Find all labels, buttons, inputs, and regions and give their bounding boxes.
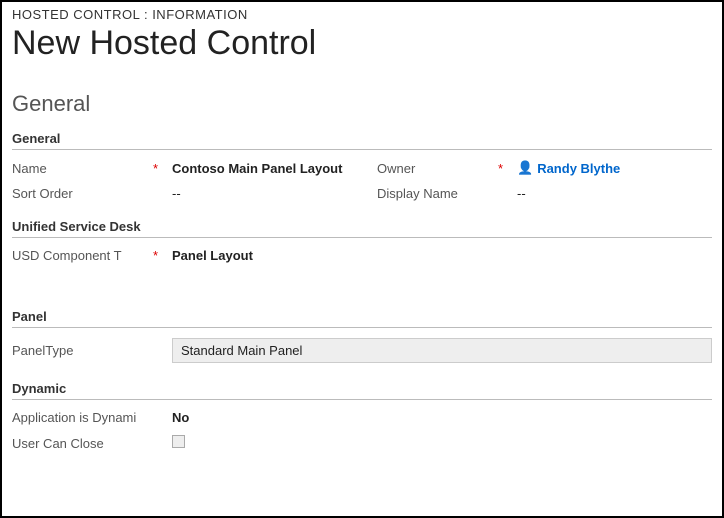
label-usd-component: USD Component T * <box>12 248 162 263</box>
value-app-dynamic[interactable]: No <box>172 410 712 425</box>
required-usd-component: * <box>153 248 158 263</box>
value-user-can-close[interactable] <box>172 435 712 451</box>
breadcrumb: HOSTED CONTROL : INFORMATION <box>12 7 712 22</box>
subsection-general: General <box>12 131 712 150</box>
required-owner: * <box>498 161 503 176</box>
value-owner[interactable]: 👤 Randy Blythe <box>517 160 712 176</box>
value-display-name[interactable]: -- <box>517 186 712 201</box>
subsection-dynamic: Dynamic <box>12 381 712 400</box>
label-name-text: Name <box>12 161 47 176</box>
label-display-name: Display Name <box>377 186 507 201</box>
label-owner: Owner * <box>377 161 507 176</box>
value-usd-component[interactable]: Panel Layout <box>172 248 712 263</box>
label-panel-type: PanelType <box>12 343 162 358</box>
person-icon: 👤 <box>517 160 533 176</box>
value-name[interactable]: Contoso Main Panel Layout <box>172 161 367 176</box>
label-owner-text: Owner <box>377 161 415 176</box>
label-usd-component-text: USD Component T <box>12 248 122 263</box>
value-sort-order[interactable]: -- <box>172 186 367 201</box>
page-title: New Hosted Control <box>12 24 712 63</box>
label-name: Name * <box>12 161 162 176</box>
checkbox-user-can-close[interactable] <box>172 435 185 448</box>
label-sort-order: Sort Order <box>12 186 162 201</box>
owner-link[interactable]: Randy Blythe <box>537 161 620 176</box>
subsection-usd: Unified Service Desk <box>12 219 712 238</box>
select-panel-type[interactable]: Standard Main Panel <box>172 338 712 363</box>
subsection-panel: Panel <box>12 309 712 328</box>
label-app-dynamic: Application is Dynami <box>12 410 162 425</box>
section-title-general: General <box>12 91 712 117</box>
label-user-can-close: User Can Close <box>12 436 162 451</box>
required-name: * <box>153 161 158 176</box>
